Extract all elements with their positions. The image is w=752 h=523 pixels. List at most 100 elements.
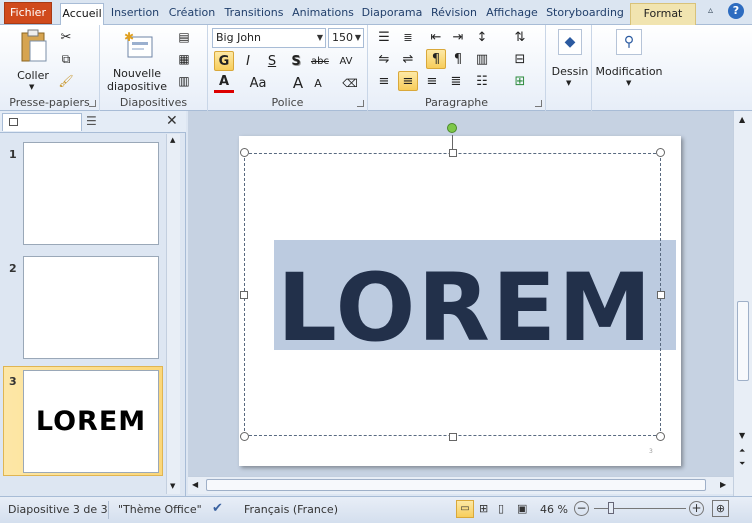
resize-handle-bottom-right[interactable]	[656, 432, 665, 441]
bold-button[interactable]: G	[214, 51, 234, 71]
vertical-scroll-thumb[interactable]	[737, 301, 749, 381]
slide-thumbnail-1[interactable]	[23, 142, 159, 245]
tab-view[interactable]: Affichage	[483, 3, 541, 25]
zoom-in-icon[interactable]: +	[689, 501, 704, 516]
current-slide[interactable]: LOREM 3	[239, 123, 681, 466]
tab-insert[interactable]: Insertion	[107, 3, 163, 25]
drawing-button[interactable]: ◆ Dessin ▼	[552, 29, 588, 89]
tab-format[interactable]: Format	[630, 3, 696, 25]
outline-view-icon[interactable]: ☰	[86, 114, 97, 128]
decrease-indent-icon[interactable]: ⇤	[426, 27, 446, 47]
format-painter-icon[interactable]: 🖌	[56, 71, 76, 91]
italic-button[interactable]: I	[238, 51, 258, 71]
tab-slideshow[interactable]: Diaporama	[359, 3, 425, 25]
close-pane-icon[interactable]: ✕	[166, 113, 178, 129]
line-spacing-icon[interactable]: ↕	[472, 27, 492, 47]
next-slide-icon[interactable]: ⏷	[739, 459, 745, 469]
cut-icon[interactable]: ✂	[56, 27, 76, 47]
text-direction-icon[interactable]: ⇅	[510, 27, 530, 47]
new-slide-button[interactable]: ✱ Nouvelle diapositive	[104, 29, 170, 93]
rotation-handle[interactable]	[447, 123, 457, 133]
distribute-icon[interactable]: ☷	[472, 71, 492, 91]
align-right-icon[interactable]: ≡	[422, 71, 442, 91]
paste-button[interactable]: Coller ▼	[13, 29, 53, 91]
change-case-button[interactable]: Aa	[248, 73, 268, 93]
horizontal-scroll-thumb[interactable]	[206, 479, 706, 491]
layout-icon[interactable]: ▤	[174, 27, 194, 47]
numbering-icon[interactable]: ≣	[398, 27, 418, 47]
resize-handle-bottom[interactable]	[449, 433, 457, 441]
minimize-ribbon-icon[interactable]: ▵	[708, 5, 713, 16]
increase-indent-icon[interactable]: ⇥	[448, 27, 468, 47]
clipboard-launcher-icon[interactable]	[89, 100, 96, 107]
text-box-selection[interactable]	[244, 153, 661, 436]
canvas-vertical-scrollbar[interactable]: ▲ ▼ ⏶ ⏷	[733, 111, 752, 496]
tab-design[interactable]: Création	[166, 3, 218, 25]
scroll-up-icon[interactable]: ▲	[739, 115, 745, 124]
copy-icon[interactable]: ⧉	[56, 49, 76, 69]
scroll-right-icon[interactable]: ▶	[720, 480, 726, 489]
clear-formatting-icon[interactable]: ⌫	[340, 73, 360, 93]
font-name-select[interactable]: Big John ▼	[212, 28, 326, 48]
paragraph-rtl-icon[interactable]: ¶	[448, 49, 468, 69]
zoom-level[interactable]: 46 %	[540, 503, 568, 516]
reset-icon[interactable]: ▦	[174, 49, 194, 69]
language-indicator[interactable]: Français (France)	[244, 503, 338, 516]
columns-icon[interactable]: ▥	[472, 49, 492, 69]
zoom-slider-thumb[interactable]	[608, 502, 614, 514]
section-icon[interactable]: ▥	[174, 71, 194, 91]
editing-button[interactable]: ⚲ Modification ▼	[594, 29, 664, 89]
font-size-select[interactable]: 150 ▼	[328, 28, 364, 48]
resize-handle-top[interactable]	[449, 149, 457, 157]
bullets-icon[interactable]: ☰	[374, 27, 394, 47]
underline-button[interactable]: S	[262, 51, 282, 71]
resize-handle-top-left[interactable]	[240, 148, 249, 157]
zoom-out-icon[interactable]: −	[574, 501, 589, 516]
theme-name[interactable]: "Thème Office"	[118, 503, 202, 516]
pane-scroll-up-icon[interactable]: ▲	[170, 136, 175, 144]
tab-file[interactable]: Fichier	[4, 2, 52, 24]
previous-slide-icon[interactable]: ⏶	[739, 446, 745, 456]
slide-sorter-icon[interactable]: ⊞	[479, 502, 488, 515]
rtl-icon[interactable]: ⇋	[374, 49, 394, 69]
char-spacing-button[interactable]: AV	[336, 51, 356, 71]
font-launcher-icon[interactable]	[357, 100, 364, 107]
paragraph-ltr-icon[interactable]: ¶	[426, 49, 446, 69]
align-text-icon[interactable]: ⊟	[510, 49, 530, 69]
pane-scrollbar[interactable]: ▲ ▼	[166, 134, 180, 494]
ltr-icon[interactable]: ⇌	[398, 49, 418, 69]
resize-handle-bottom-left[interactable]	[240, 432, 249, 441]
help-icon[interactable]: ?	[728, 3, 744, 19]
paragraph-launcher-icon[interactable]	[535, 100, 542, 107]
tab-animations[interactable]: Animations	[290, 3, 356, 25]
resize-handle-right[interactable]	[657, 291, 665, 299]
fit-to-window-icon[interactable]: ⊕	[712, 500, 729, 517]
strikethrough-button[interactable]: abc	[310, 51, 330, 71]
slide-thumbnail-2[interactable]	[23, 256, 159, 359]
scroll-down-icon[interactable]: ▼	[739, 431, 745, 440]
paste-dropdown-icon[interactable]: ▼	[29, 83, 34, 91]
smartart-icon[interactable]: ⊞	[510, 71, 530, 91]
shrink-font-button[interactable]: A	[308, 73, 328, 93]
grow-font-button[interactable]: A	[288, 73, 308, 93]
canvas-horizontal-scrollbar[interactable]: ◀ ▶	[188, 476, 733, 494]
resize-handle-left[interactable]	[240, 291, 248, 299]
tab-review[interactable]: Révision	[428, 3, 480, 25]
font-color-button[interactable]: A	[214, 73, 234, 93]
align-left-icon[interactable]: ≡	[374, 71, 394, 91]
reading-view-icon[interactable]: ▯	[498, 502, 504, 515]
spellcheck-icon[interactable]: ✔	[212, 501, 223, 516]
tab-storyboarding[interactable]: Storyboarding	[544, 3, 626, 25]
normal-view-icon[interactable]: ▭	[456, 500, 474, 518]
slideshow-view-icon[interactable]: ▣	[517, 502, 527, 515]
shadow-button[interactable]: S	[286, 51, 306, 71]
tab-slides-view[interactable]	[2, 113, 82, 131]
justify-icon[interactable]: ≣	[446, 71, 466, 91]
pane-scroll-down-icon[interactable]: ▼	[170, 482, 175, 490]
tab-home[interactable]: Accueil	[60, 3, 104, 26]
resize-handle-top-right[interactable]	[656, 148, 665, 157]
slide-thumbnail-3[interactable]: LOREM	[23, 370, 159, 473]
scroll-left-icon[interactable]: ◀	[192, 480, 198, 489]
align-center-icon[interactable]: ≡	[398, 71, 418, 91]
tab-transitions[interactable]: Transitions	[221, 3, 287, 25]
